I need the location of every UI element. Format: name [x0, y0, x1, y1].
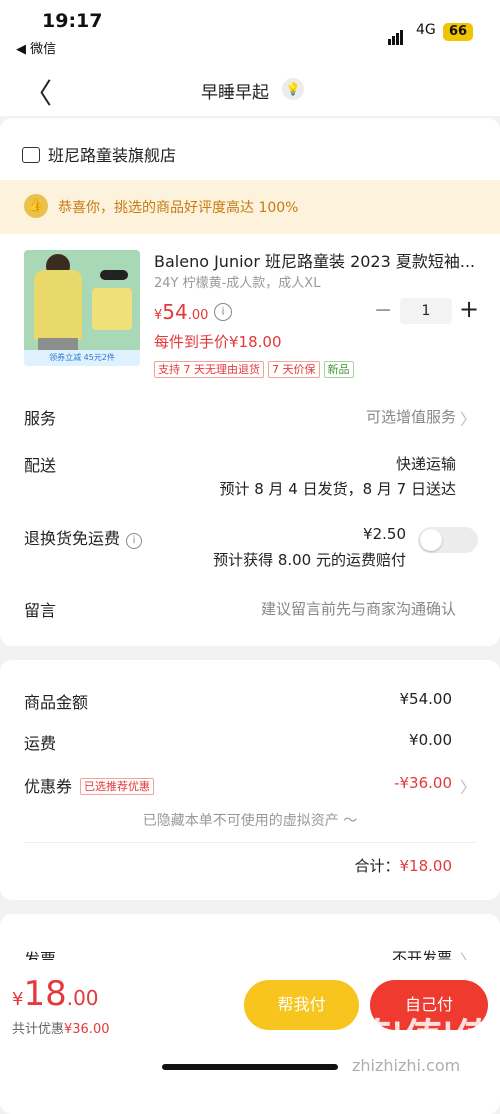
bulb-icon[interactable]: 💡: [282, 78, 304, 100]
signal-icon: [388, 26, 404, 45]
shop-name-row[interactable]: 班尼路童装旗舰店: [22, 142, 176, 166]
network-label: 4G: [416, 22, 436, 38]
tag-new: 新品: [323, 361, 354, 378]
store-icon: [22, 147, 40, 163]
checkout-bar: ¥18.00 共计优惠¥36.00 帮我付 自己付 值|值|值 zhizhizh…: [0, 960, 500, 1082]
delivery-eta: 预计 8 月 4 日发货，8 月 7 日送达: [219, 480, 456, 498]
return-shipping-price: ¥2.50: [363, 525, 406, 543]
total-value: ¥18.00: [399, 857, 453, 875]
goods-amount-label: 商品金额: [24, 693, 89, 712]
summary-card: 商品金额 ¥54.00 运费 ¥0.00 优惠券 已选推荐优惠 -¥36.00 〉…: [0, 660, 500, 900]
help-pay-button[interactable]: 帮我付: [244, 980, 359, 1030]
shipping-fee-label: 运费: [24, 734, 57, 753]
quantity-input[interactable]: 1: [400, 298, 452, 324]
price-info-icon[interactable]: i: [214, 303, 232, 321]
status-bar: 19:17 ◀ 微信 4G 66: [0, 0, 500, 62]
nav-bar: 〈 早睡早起: [0, 62, 500, 116]
coupon-badge: 已选推荐优惠: [80, 778, 155, 795]
product-spec[interactable]: 24Y 柠檬黄-成人款，成人XL: [154, 272, 320, 291]
message-label: 留言: [24, 601, 57, 620]
tag-price-protect: 7 天价保: [268, 361, 320, 378]
product-image[interactable]: 领券立减 45元2件: [24, 250, 140, 366]
congrats-banner: 👍 恭喜你，挑选的商品好评度高达 100%: [0, 180, 500, 234]
quantity-decrease-button[interactable]: −: [374, 298, 392, 323]
message-input[interactable]: 建议留言前先与商家沟通确认: [261, 598, 456, 619]
service-label: 服务: [24, 409, 57, 428]
quantity-increase-button[interactable]: +: [459, 295, 479, 323]
return-shipping-note: 预计获得 8.00 元的运费赔付: [213, 551, 406, 569]
hidden-assets-note[interactable]: 已隐藏本单不可使用的虚拟资产 〜: [0, 810, 500, 830]
back-to-app-link[interactable]: ◀ 微信: [16, 38, 56, 57]
delivery-method: 快递运输: [395, 455, 456, 473]
watermark-url: zhizhizhi.com: [352, 1056, 461, 1075]
shipping-fee-value: ¥0.00: [409, 731, 452, 749]
coupon-label: 优惠券 已选推荐优惠: [24, 773, 155, 797]
coupon-value[interactable]: -¥36.00: [394, 774, 452, 792]
product-price: ¥54.00: [154, 300, 209, 324]
page-title: 早睡早起: [201, 83, 269, 103]
tag-return: 支持 7 天无理由退货: [154, 361, 264, 378]
chevron-right-icon[interactable]: 〉: [460, 406, 476, 430]
congrats-text: 恭喜你，挑选的商品好评度高达 100%: [58, 200, 299, 216]
unit-price: 每件到手价¥18.00: [154, 333, 282, 351]
product-title[interactable]: Baleno Junior 班尼路童装 2023 夏款短袖...: [154, 248, 484, 272]
chevron-right-icon[interactable]: 〉: [460, 774, 476, 798]
home-indicator: [162, 1064, 338, 1070]
status-time: 19:17: [42, 10, 103, 32]
total-row: 合计：¥18.00: [354, 857, 453, 875]
info-icon[interactable]: i: [126, 533, 143, 549]
order-card: 班尼路童装旗舰店 👍 恭喜你，挑选的商品好评度高达 100% 领券立减 45元2…: [0, 118, 500, 646]
return-shipping-toggle[interactable]: [418, 527, 478, 553]
service-value[interactable]: 可选增值服务: [366, 406, 456, 427]
shop-name: 班尼路童装旗舰店: [48, 146, 177, 165]
thumbs-up-icon: 👍: [24, 194, 48, 218]
divider: [24, 842, 476, 843]
delivery-label: 配送: [24, 456, 57, 475]
battery-icon: 66: [443, 23, 473, 41]
product-image-promo: 领券立减 45元2件: [24, 350, 140, 366]
return-shipping-label: 退换货免运费 i: [24, 525, 143, 549]
product-tags: 支持 7 天无理由退货 7 天价保 新品: [154, 361, 354, 378]
footer-total: ¥18.00: [12, 974, 99, 1014]
footer-savings: 共计优惠¥36.00: [12, 1022, 110, 1037]
goods-amount-value: ¥54.00: [399, 690, 453, 708]
